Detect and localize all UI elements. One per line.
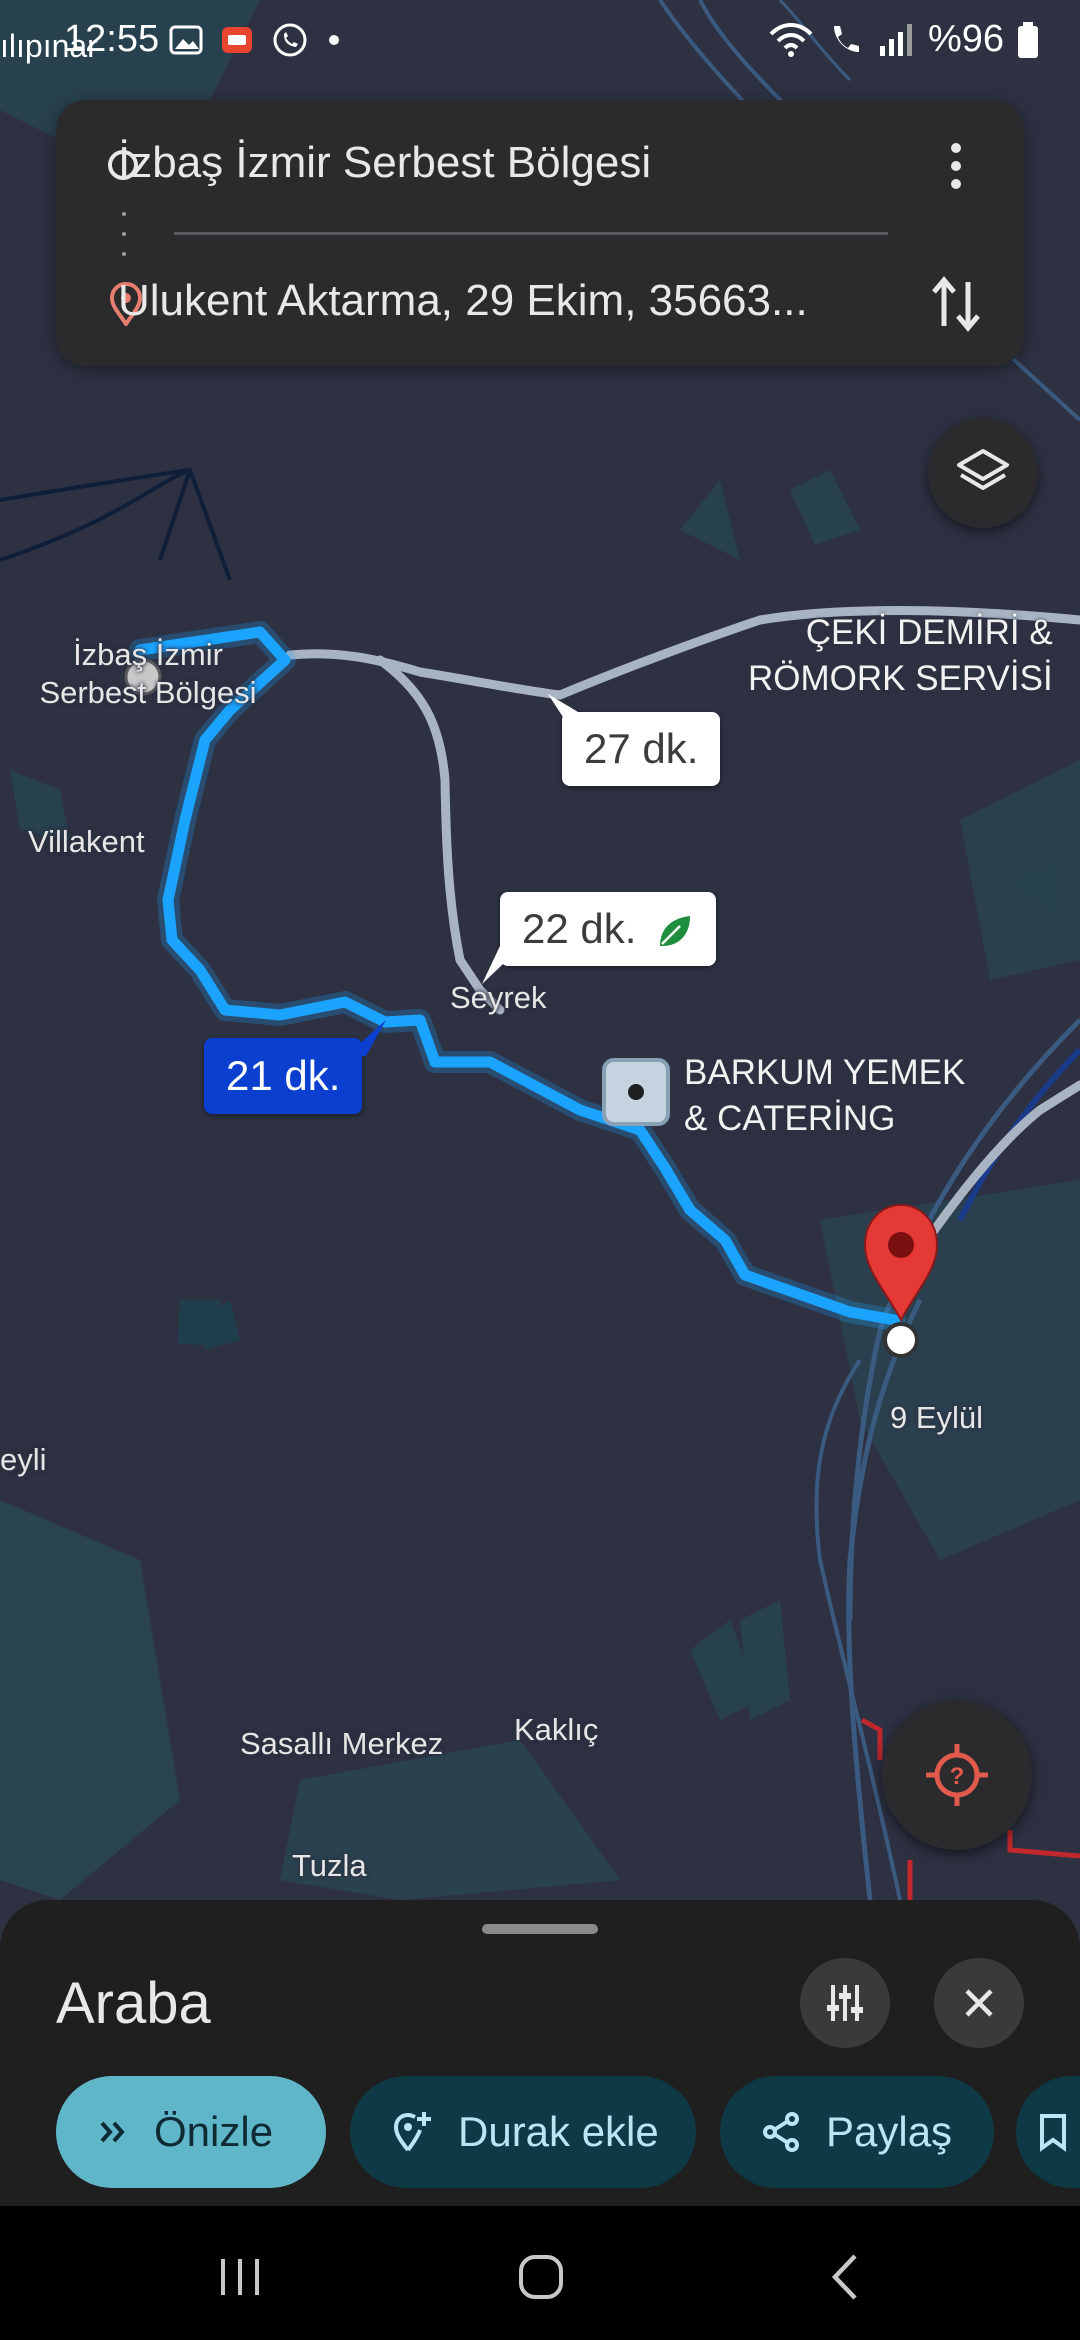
location-target-icon: ? — [926, 1744, 988, 1806]
travel-mode-title: Araba — [56, 1971, 211, 2036]
preview-button[interactable]: Önizle — [56, 2076, 326, 2188]
close-button[interactable] — [934, 1958, 1024, 2048]
route-duration-21: 21 dk. — [226, 1052, 341, 1099]
battery-percent: %96 — [927, 18, 1004, 60]
preview-label: Önizle — [154, 2108, 274, 2155]
destination-end-marker — [883, 1322, 919, 1358]
tune-icon — [827, 1985, 863, 2021]
eco-leaf-icon — [660, 915, 691, 946]
add-location-icon — [393, 2112, 431, 2152]
poi-barkum-line2: & CATERİNG — [684, 1099, 896, 1138]
recent-apps-button[interactable] — [205, 2242, 275, 2312]
home-button[interactable] — [506, 2242, 576, 2312]
status-time: 12:55 — [64, 18, 160, 60]
destination-field[interactable]: Ulukent Aktarma, 29 Ekim, 35663... — [118, 276, 808, 326]
back-icon — [831, 2254, 857, 2300]
map-label-sasalli: Sasallı Merkez — [240, 1726, 444, 1761]
poi-ceki-demiri[interactable]: ÇEKİ DEMİRİ & RÖMORK SERVİSİ — [748, 610, 1053, 702]
layers-icon — [957, 449, 1009, 490]
swap-directions-icon[interactable] — [920, 268, 992, 340]
route-options-button[interactable] — [800, 1958, 890, 2048]
add-stop-button[interactable]: Durak ekle — [350, 2076, 696, 2188]
home-icon — [519, 2255, 563, 2299]
more-options-icon[interactable] — [930, 140, 982, 192]
share-label: Paylaş — [826, 2108, 953, 2155]
status-system-icons: %96 — [768, 18, 1040, 61]
share-icon — [763, 2112, 799, 2152]
sheet-drag-handle[interactable] — [482, 1924, 598, 1934]
call-icon — [833, 25, 859, 52]
map-label-origin-area: İzbaş İzmir Serbest Bölgesi — [39, 637, 257, 710]
poi-ceki-line1: ÇEKİ DEMİRİ & — [805, 613, 1053, 652]
route-duration-22: 22 dk. — [522, 905, 637, 952]
status-bar: ılıpınar 12:55 %96 — [0, 0, 1080, 84]
route-bubble-21-selected[interactable]: 21 dk. — [204, 1038, 363, 1114]
partial-chip-button[interactable] — [1016, 2076, 1080, 2188]
poi-barkum[interactable]: BARKUM YEMEK & CATERİNG — [684, 1050, 965, 1142]
svg-text:?: ? — [950, 1763, 965, 1790]
poi-ceki-line2: RÖMORK SERVİSİ — [748, 659, 1053, 698]
route-bubble-22[interactable]: 22 dk. — [500, 892, 717, 966]
status-notification-icons — [168, 20, 342, 60]
map-label-villakent: Villakent — [28, 824, 145, 859]
wifi-icon — [769, 22, 813, 57]
origin-field[interactable]: İzbaş İzmir Serbest Bölgesi — [118, 138, 651, 188]
route-duration-27: 27 dk. — [584, 725, 699, 772]
map-label-seyrek: Seyrek — [450, 980, 547, 1015]
app-notification-icon — [222, 27, 252, 53]
back-button[interactable] — [810, 2242, 880, 2312]
close-icon — [965, 1989, 993, 2017]
bookmark-icon — [1040, 2114, 1066, 2152]
poi-barkum-line1: BARKUM YEMEK — [684, 1053, 966, 1092]
my-location-button[interactable]: ? — [882, 1700, 1032, 1850]
route-bubble-22-tail — [482, 946, 522, 984]
route-bubble-27-tail — [548, 694, 588, 734]
signal-icon — [879, 23, 912, 56]
layers-button[interactable] — [928, 418, 1038, 528]
route-bubble-21-tail — [346, 1020, 386, 1056]
map-label-beyli: eyli — [0, 1442, 47, 1477]
dot-indicator-icon — [329, 35, 339, 45]
system-navigation-bar — [0, 2206, 1080, 2340]
map-label-9-eylul: 9 Eylül — [890, 1400, 984, 1435]
map-label-kaklic: Kaklıç — [514, 1712, 599, 1747]
whatsapp-icon — [273, 23, 307, 57]
double-chevron-right-icon — [100, 2121, 125, 2143]
route-dots-icon — [122, 212, 126, 256]
recents-icon — [221, 2259, 259, 2295]
battery-icon — [1018, 21, 1038, 58]
gallery-icon — [169, 25, 203, 55]
share-button[interactable]: Paylaş — [720, 2076, 994, 2188]
field-divider — [174, 232, 888, 235]
add-stop-label: Durak ekle — [458, 2108, 659, 2155]
map-label-tuzla: Tuzla — [292, 1848, 367, 1883]
directions-bottom-sheet: Araba Önizle Durak ekle Paylaş — [0, 1900, 1080, 2206]
